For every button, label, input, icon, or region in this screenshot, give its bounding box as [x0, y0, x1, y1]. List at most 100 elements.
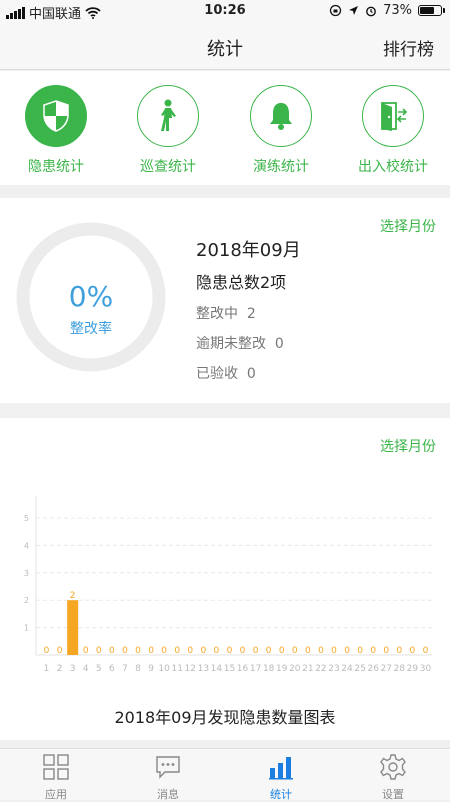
tab-statistics[interactable]: 统计	[225, 753, 337, 802]
status-row-in-progress: 整改中 2	[196, 303, 301, 323]
summary-info: 2018年09月 隐患总数2项 整改中 2 逾期未整改 0 已验收 0	[196, 236, 301, 383]
chart-card: 选择月份 1 2 3 4 5 0 1 0 2 2 3 0 4 0 5 0 6 0 7 0 8 0 9 0 10 0 11 0 12 0 13…	[0, 418, 450, 740]
category-label: 巡查统计	[140, 159, 196, 175]
x-tick-label: 2	[57, 664, 63, 674]
x-tick-label: 6	[109, 664, 115, 674]
x-tick-label: 24	[341, 664, 353, 674]
location-icon	[349, 6, 359, 15]
category-label: 演练统计	[253, 159, 309, 175]
tab-messages[interactable]: 消息	[112, 753, 224, 802]
x-tick-label: 10	[158, 664, 170, 674]
data-label: 0	[44, 646, 50, 656]
status-right: 73%	[329, 3, 445, 18]
data-label: 0	[410, 646, 416, 656]
battery-percent: 73%	[383, 3, 412, 18]
category-campus-access-stats[interactable]: 出入校统计	[337, 85, 449, 176]
x-tick-label: 1	[44, 664, 50, 674]
x-tick-label: 8	[135, 664, 141, 674]
data-label: 0	[305, 646, 311, 656]
category-patrol-stats[interactable]: 巡查统计	[112, 85, 224, 176]
category-drill-stats[interactable]: 演练统计	[225, 85, 337, 176]
y-tick-label: 2	[24, 596, 29, 605]
data-label: 0	[279, 646, 285, 656]
x-tick-label: 17	[250, 664, 261, 674]
data-label: 0	[214, 646, 220, 656]
x-tick-label: 14	[211, 664, 223, 674]
status-value: 0	[246, 366, 256, 382]
bell-icon	[270, 103, 292, 130]
x-tick-label: 4	[83, 664, 89, 674]
door-exit-icon	[381, 102, 408, 131]
data-label: 0	[109, 646, 115, 656]
x-tick-label: 30	[420, 664, 432, 674]
data-label: 0	[174, 646, 180, 656]
ring-center: 0% 整改率	[16, 222, 166, 372]
category-circle	[25, 85, 87, 147]
rotation-lock-icon	[329, 4, 342, 17]
tab-settings[interactable]: 设置	[337, 753, 449, 802]
ranking-button[interactable]: 排行榜	[383, 35, 434, 60]
tab-apps[interactable]: 应用	[0, 753, 112, 802]
data-label: 0	[396, 646, 402, 656]
settings-gear-icon	[380, 754, 406, 780]
battery-icon	[418, 5, 445, 16]
category-hazard-stats[interactable]: 隐患统计	[0, 85, 112, 176]
rectification-rate-value: 0%	[68, 280, 114, 313]
category-circle	[250, 85, 312, 147]
y-tick-label: 1	[24, 624, 29, 633]
x-tick-label: 26	[367, 664, 379, 674]
y-tick-label: 4	[24, 541, 29, 550]
data-label: 0	[200, 646, 206, 656]
status-row-accepted: 已验收 0	[196, 363, 301, 383]
x-tick-label: 16	[237, 664, 249, 674]
x-tick-label: 13	[198, 664, 209, 674]
data-label: 0	[122, 646, 128, 656]
select-month-button[interactable]: 选择月份	[380, 216, 436, 236]
bar	[67, 600, 79, 655]
category-row: 隐患统计 巡查统计 演练统计 出入校统计	[0, 71, 450, 185]
status-label: 逾期未整改	[196, 336, 266, 352]
data-label: 0	[148, 646, 154, 656]
x-tick-label: 9	[148, 664, 154, 674]
category-label: 出入校统计	[358, 159, 428, 175]
hazard-total: 隐患总数2项	[196, 273, 287, 292]
data-label: 0	[423, 646, 429, 656]
x-tick-label: 15	[224, 664, 235, 674]
data-label: 0	[161, 646, 167, 656]
status-value: 0	[274, 336, 284, 352]
data-label: 0	[240, 646, 246, 656]
data-label: 0	[370, 646, 376, 656]
category-label: 隐患统计	[28, 159, 84, 175]
category-circle	[137, 85, 199, 147]
x-tick-label: 19	[276, 664, 288, 674]
y-tick-label: 3	[24, 569, 29, 578]
status-label: 整改中	[196, 306, 238, 322]
x-tick-label: 11	[171, 664, 182, 674]
data-label: 0	[383, 646, 389, 656]
status-label: 已验收	[196, 366, 238, 382]
data-label: 0	[135, 646, 141, 656]
tab-bar: 应用 消息 统计 设置	[0, 748, 450, 802]
data-label: 0	[357, 646, 363, 656]
walking-person-icon	[161, 99, 176, 131]
x-tick-label: 27	[381, 664, 392, 674]
data-label: 0	[227, 646, 233, 656]
x-tick-label: 20	[289, 664, 301, 674]
nav-bar: 统计 排行榜	[0, 22, 450, 70]
alarm-icon	[366, 6, 376, 16]
chart-title: 2018年09月发现隐患数量图表	[114, 708, 336, 727]
hazard-bar-chart: 1234501022304050607080901001101201301401…	[24, 496, 432, 674]
x-tick-label: 23	[328, 664, 339, 674]
apps-grid-icon	[43, 754, 69, 780]
data-label: 0	[266, 646, 272, 656]
bar-chart-icon	[269, 757, 293, 780]
data-label: 0	[344, 646, 350, 656]
x-tick-label: 7	[122, 664, 128, 674]
data-label: 0	[83, 646, 89, 656]
summary-month: 2018年09月	[196, 240, 301, 261]
data-label: 0	[57, 646, 63, 656]
x-tick-label: 21	[302, 664, 313, 674]
data-label: 0	[318, 646, 324, 656]
x-tick-label: 18	[263, 664, 275, 674]
shield-icon	[43, 100, 69, 132]
